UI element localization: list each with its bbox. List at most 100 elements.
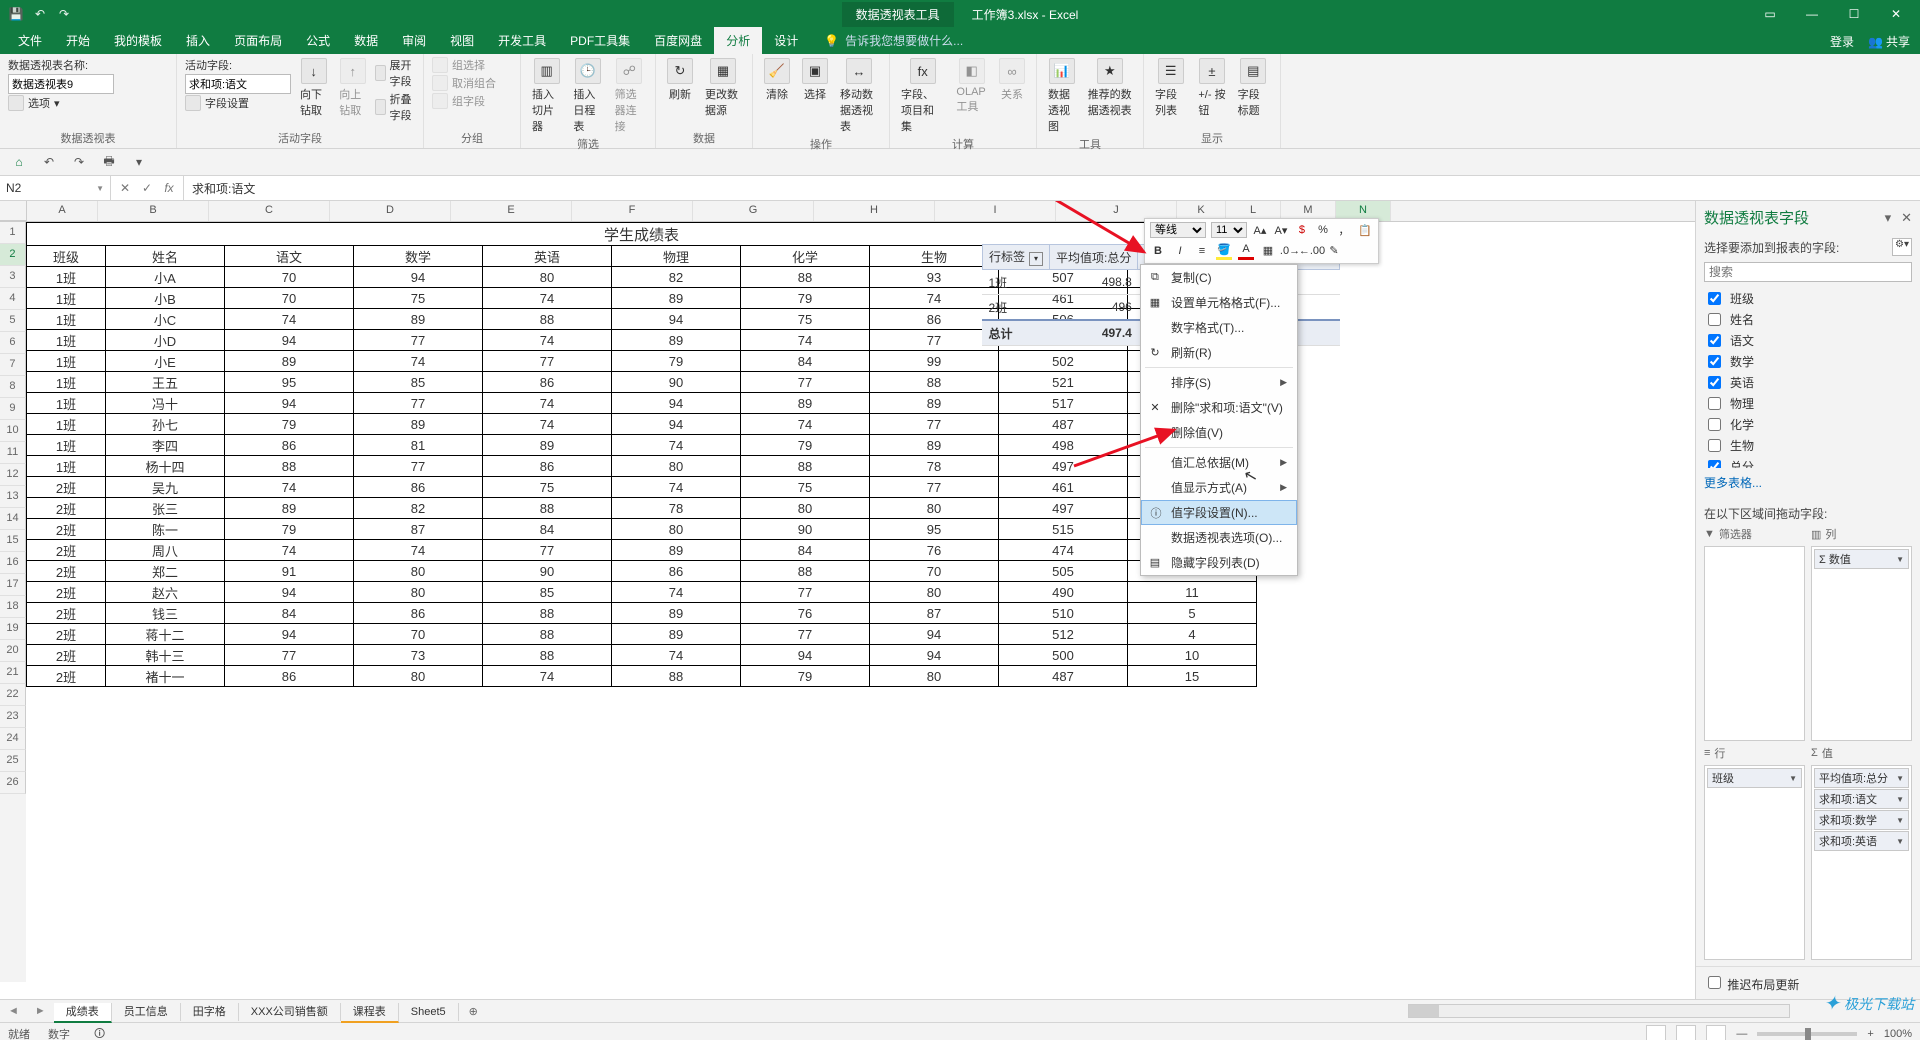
fill-color-icon[interactable]: 🪣 [1216, 241, 1232, 260]
decrease-font-icon[interactable]: A▾ [1273, 222, 1289, 238]
field-headers-button[interactable]: ▤字段标题 [1235, 56, 1272, 120]
row-header[interactable]: 13 [0, 486, 26, 508]
zoom-out-icon[interactable]: — [1736, 1028, 1747, 1040]
comma-icon[interactable]: ， [1336, 222, 1352, 238]
field-checkbox[interactable]: 姓名 [1704, 309, 1912, 330]
column-header[interactable]: H [814, 201, 935, 221]
redo-icon[interactable]: ↷ [54, 4, 74, 24]
fieldlist-search-input[interactable] [1704, 262, 1912, 282]
active-field-input[interactable] [185, 74, 291, 94]
column-header[interactable]: B [98, 201, 209, 221]
row-header[interactable]: 21 [0, 662, 26, 684]
row-header[interactable]: 24 [0, 728, 26, 750]
tab-nav-prev-icon[interactable]: ◄ [0, 1005, 27, 1017]
quad-filter-box[interactable] [1704, 546, 1805, 741]
qat-more-icon[interactable]: ▾ [130, 153, 148, 171]
ribbon-tab[interactable]: PDF工具集 [558, 27, 642, 54]
context-menu-item[interactable]: 数据透视表选项(O)... [1141, 525, 1297, 550]
refresh-button[interactable]: ↻刷新 [664, 56, 696, 104]
enter-icon[interactable]: ✓ [137, 181, 157, 195]
drill-down-button[interactable]: ↓向下钻取 [297, 56, 330, 124]
sheet-tab[interactable]: 课程表 [341, 1003, 399, 1023]
field-checkbox[interactable]: 数学 [1704, 351, 1912, 372]
fieldlist-gear-icon[interactable]: ⚙▾ [1892, 238, 1912, 256]
field-checkbox[interactable]: 物理 [1704, 393, 1912, 414]
tell-me-input[interactable]: 💡告诉我您想要做什么... [824, 32, 963, 54]
row-header[interactable]: 3 [0, 266, 26, 288]
row-header[interactable]: 19 [0, 618, 26, 640]
row-header[interactable]: 2 [0, 244, 26, 266]
pivot-name-input[interactable] [8, 74, 114, 94]
row-header[interactable]: 7 [0, 354, 26, 376]
qat-print-icon[interactable]: 🖶 [100, 153, 118, 171]
page-break-view-icon[interactable] [1706, 1025, 1726, 1040]
pivot-header[interactable]: 行标签▾ [982, 245, 1049, 270]
font-color-icon[interactable]: A [1238, 241, 1254, 260]
ribbon-tab[interactable]: 文件 [6, 27, 54, 54]
ribbon-tab[interactable]: 我的模板 [102, 27, 174, 54]
field-chip[interactable]: 班级▼ [1707, 768, 1802, 788]
ribbon-tab[interactable]: 数据 [342, 27, 390, 54]
qat-redo-icon[interactable]: ↷ [70, 153, 88, 171]
context-menu-item[interactable]: ⓘ值字段设置(N)... [1141, 500, 1297, 525]
insert-timeline-button[interactable]: 🕒插入日程表 [570, 56, 605, 136]
row-header[interactable]: 26 [0, 772, 26, 794]
worksheet-area[interactable]: ABCDEFGHIJKLMN 1234567891011121314151617… [0, 201, 1695, 999]
group-selection-button[interactable]: 组选择 [432, 56, 512, 74]
quad-rows-box[interactable]: 班级▼ [1704, 765, 1805, 960]
maximize-icon[interactable]: ☐ [1834, 1, 1874, 27]
fx-icon[interactable]: fx [159, 181, 179, 195]
field-checkbox[interactable]: 总分 [1704, 456, 1912, 468]
fields-items-button[interactable]: fx字段、项目和集 [898, 56, 947, 136]
ribbon-tab[interactable]: 插入 [174, 27, 222, 54]
horizontal-scrollbar[interactable] [1408, 1004, 1790, 1018]
ribbon-tab[interactable]: 开始 [54, 27, 102, 54]
share-link[interactable]: 👥共享 [1868, 33, 1910, 50]
ungroup-button[interactable]: 取消组合 [432, 74, 512, 92]
column-header[interactable]: I [935, 201, 1056, 221]
sheet-tab[interactable]: 员工信息 [112, 1003, 181, 1021]
font-size-select[interactable]: 11 [1211, 222, 1247, 238]
row-header[interactable]: 20 [0, 640, 26, 662]
ribbon-tab[interactable]: 页面布局 [222, 27, 294, 54]
row-header[interactable]: 1 [0, 222, 26, 244]
sheet-tab[interactable]: 田字格 [181, 1003, 239, 1021]
column-header[interactable]: A [27, 201, 98, 221]
insert-slicer-button[interactable]: ▥插入切片器 [529, 56, 564, 136]
formula-input[interactable]: 求和项:语文 [184, 176, 1920, 200]
fieldlist-dropdown-icon[interactable]: ▾ [1885, 210, 1892, 226]
sheet-tab[interactable]: Sheet5 [399, 1003, 459, 1021]
page-layout-view-icon[interactable] [1676, 1025, 1696, 1040]
field-list-button[interactable]: ☰字段列表 [1152, 56, 1189, 120]
field-chip[interactable]: 求和项:数学▼ [1814, 810, 1909, 830]
field-chip[interactable]: 求和项:语文▼ [1814, 789, 1909, 809]
tab-nav-next-icon[interactable]: ► [27, 1005, 54, 1017]
increase-decimal-icon[interactable]: ←.00 [1304, 243, 1320, 259]
sheet-tab[interactable]: XXX公司销售额 [239, 1003, 341, 1021]
column-header[interactable]: F [572, 201, 693, 221]
increase-font-icon[interactable]: A▴ [1252, 222, 1268, 238]
ribbon-tab[interactable]: 公式 [294, 27, 342, 54]
more-tables-link[interactable]: 更多表格... [1696, 468, 1920, 497]
field-checkbox[interactable]: 班级 [1704, 288, 1912, 309]
row-header[interactable]: 12 [0, 464, 26, 486]
decrease-decimal-icon[interactable]: .0→ [1282, 243, 1298, 259]
group-field-button[interactable]: 组字段 [432, 92, 512, 110]
column-header[interactable]: G [693, 201, 814, 221]
zoom-slider[interactable] [1757, 1032, 1857, 1036]
context-menu-item[interactable]: ▤隐藏字段列表(D) [1141, 550, 1297, 575]
row-header[interactable]: 15 [0, 530, 26, 552]
column-header[interactable]: D [330, 201, 451, 221]
ribbon-tab[interactable]: 分析 [714, 27, 762, 54]
context-menu-item[interactable]: 排序(S)▶ [1141, 370, 1297, 395]
row-header[interactable]: 25 [0, 750, 26, 772]
context-menu-item[interactable]: ✕删除"求和项:语文"(V) [1141, 395, 1297, 420]
ribbon-tab[interactable]: 视图 [438, 27, 486, 54]
sheet-tab[interactable]: 成绩表 [54, 1003, 112, 1023]
ribbon-tab[interactable]: 审阅 [390, 27, 438, 54]
olap-button[interactable]: ◧OLAP 工具 [953, 56, 990, 116]
recommended-button[interactable]: ★推荐的数据透视表 [1085, 56, 1135, 120]
name-box[interactable]: N2▼ [0, 176, 111, 200]
ribbon-tab[interactable]: 设计 [762, 27, 810, 54]
column-header[interactable]: E [451, 201, 572, 221]
